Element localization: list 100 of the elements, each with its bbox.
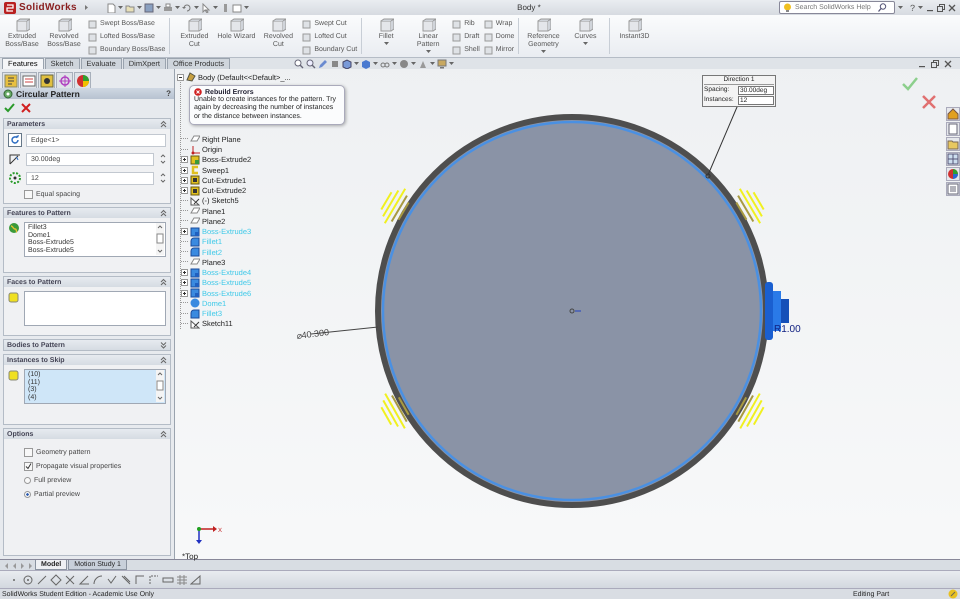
list-icon — [947, 183, 959, 195]
caret-icon[interactable] — [426, 49, 431, 54]
globe-icon — [8, 222, 20, 234]
task-pane-tab[interactable] — [946, 167, 960, 181]
box-icon — [270, 18, 286, 32]
task-pane-tab[interactable] — [946, 122, 960, 136]
monitor-icon[interactable] — [437, 58, 448, 68]
scrollbar-icon[interactable] — [156, 370, 164, 402]
caret-icon[interactable] — [354, 61, 360, 66]
collapse-icon[interactable] — [177, 74, 184, 81]
caret-icon[interactable] — [194, 5, 199, 10]
caret-icon[interactable] — [898, 5, 903, 10]
grid-icon[interactable] — [176, 574, 188, 586]
box-icon — [378, 18, 394, 32]
caret-icon[interactable] — [244, 5, 249, 10]
expand-icon[interactable] — [181, 166, 188, 174]
expand-icon[interactable] — [181, 279, 188, 286]
caret-icon[interactable] — [118, 5, 123, 10]
pointer-icon[interactable] — [200, 2, 211, 12]
close-icon[interactable] — [944, 60, 952, 68]
caret-icon[interactable] — [373, 61, 378, 66]
feature-tree-icon — [4, 74, 18, 88]
box-icon — [88, 18, 97, 28]
page-icon[interactable] — [106, 2, 116, 12]
slash-icon[interactable] — [120, 574, 132, 586]
box-icon — [88, 44, 97, 54]
pattern-preview-drawing — [735, 188, 765, 224]
caret-icon[interactable] — [582, 41, 588, 46]
expand-icon[interactable] — [181, 187, 188, 194]
checkbox[interactable] — [24, 462, 33, 471]
caret-icon[interactable] — [449, 61, 454, 66]
spin-icon[interactable] — [160, 172, 166, 184]
undo-icon[interactable] — [182, 2, 192, 12]
caret-icon[interactable] — [540, 49, 546, 54]
cancel-icon[interactable] — [21, 103, 31, 113]
caret-icon[interactable] — [136, 5, 142, 10]
cut-icon — [190, 186, 200, 196]
cancel-icon[interactable] — [922, 95, 936, 109]
line-icon[interactable] — [36, 574, 48, 586]
caret-icon[interactable] — [918, 5, 923, 10]
spin-icon[interactable] — [160, 153, 166, 165]
caret-icon[interactable] — [174, 5, 180, 10]
close-icon[interactable] — [948, 4, 956, 12]
radio-button[interactable] — [24, 477, 31, 484]
restore-icon[interactable] — [937, 4, 945, 12]
search-icon[interactable] — [878, 3, 887, 12]
caret-icon[interactable] — [411, 61, 416, 66]
bracket-icon[interactable] — [148, 574, 160, 586]
panel-tab[interactable] — [20, 72, 37, 89]
caret-icon[interactable] — [84, 5, 89, 10]
scrollbar-icon[interactable] — [156, 223, 164, 255]
task-pane-tab[interactable] — [946, 182, 960, 196]
caret-icon[interactable] — [156, 5, 161, 10]
corner-icon[interactable] — [134, 574, 146, 586]
sweep-icon — [190, 165, 200, 176]
printer-icon[interactable] — [162, 2, 173, 12]
edge-select-icon — [8, 133, 22, 147]
expand-icon[interactable] — [181, 176, 188, 184]
caret-icon[interactable] — [392, 61, 398, 66]
angle-icon[interactable] — [78, 574, 90, 586]
circle-icon[interactable] — [22, 574, 34, 586]
task-pane-tab[interactable] — [946, 152, 960, 166]
expand-icon[interactable] — [181, 156, 188, 164]
checkbox[interactable] — [24, 190, 33, 199]
cross-icon[interactable] — [64, 574, 76, 586]
caret-icon[interactable] — [212, 5, 218, 10]
expand-icon[interactable] — [181, 228, 188, 236]
panel-tab[interactable] — [2, 72, 19, 89]
box-icon — [452, 44, 462, 54]
folder-icon[interactable] — [124, 2, 135, 12]
panel-tab[interactable] — [38, 72, 55, 89]
face-icon — [8, 291, 20, 303]
zoom-icon[interactable] — [306, 58, 316, 68]
task-pane-tab[interactable] — [946, 107, 960, 121]
document-icon — [947, 123, 959, 135]
window-icon[interactable] — [232, 2, 242, 12]
arc-icon[interactable] — [92, 574, 104, 586]
expand-icon[interactable] — [181, 290, 188, 297]
ok-icon[interactable] — [4, 103, 15, 113]
caret-icon[interactable] — [384, 41, 389, 46]
pencil-icon[interactable] — [948, 589, 958, 599]
triangle-icon[interactable] — [190, 574, 202, 586]
help-button[interactable]: ? — [910, 2, 915, 12]
fillet-icon — [190, 236, 200, 247]
check-icon[interactable] — [106, 574, 118, 586]
checkbox[interactable] — [24, 448, 33, 457]
box-icon — [186, 18, 202, 32]
sphere-icon[interactable] — [399, 58, 410, 68]
list-box[interactable] — [24, 291, 166, 326]
box-icon — [56, 18, 72, 32]
app-name: SolidWorks — [19, 2, 77, 13]
caret-icon[interactable] — [430, 61, 436, 66]
polygon-icon[interactable] — [50, 574, 62, 586]
radio-button[interactable] — [24, 491, 31, 498]
task-pane-tab[interactable] — [946, 137, 960, 151]
restore-icon[interactable] — [931, 60, 939, 68]
color-wheel-icon — [76, 74, 90, 88]
zoom-icon[interactable] — [294, 58, 304, 68]
expand-icon[interactable] — [181, 269, 188, 276]
help-button[interactable]: ? — [166, 89, 171, 98]
